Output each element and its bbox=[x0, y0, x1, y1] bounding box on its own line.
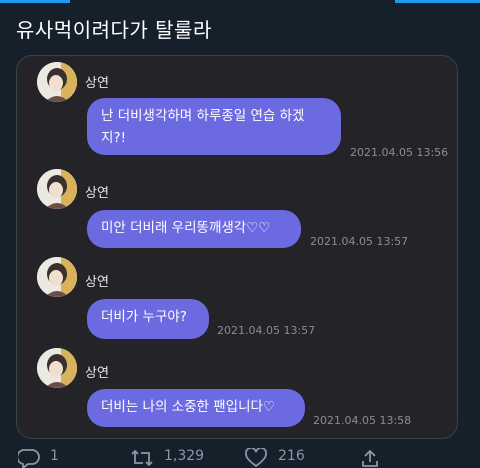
sender-name: 상연 bbox=[85, 186, 109, 201]
message-bubble: 미안 더비래 우리똥깨생각♡♡ bbox=[87, 210, 301, 248]
tweet-text: 유사먹이려다가 탈룰라 bbox=[16, 18, 212, 42]
message-bubble: 더비가 누구야? bbox=[87, 299, 209, 339]
chat-screenshot-image[interactable]: 상연 난 더비생각하며 하루종일 연습 하겠 지?! 2021.04.05 13… bbox=[16, 55, 458, 439]
avatar bbox=[37, 348, 77, 388]
message-timestamp: 2021.04.05 13:56 bbox=[350, 146, 449, 159]
retweet-button[interactable]: 1,329 bbox=[130, 448, 204, 468]
reply-icon bbox=[18, 448, 40, 468]
tweet-action-bar: 1 1,329 216 bbox=[0, 440, 480, 468]
message-bubble: 난 더비생각하며 하루종일 연습 하겠 지?! bbox=[87, 98, 341, 155]
reply-button[interactable]: 1 bbox=[18, 448, 59, 468]
top-accent-strip bbox=[0, 0, 480, 6]
message-bubble: 더비는 나의 소중한 팬입니다♡ bbox=[87, 389, 305, 427]
message-timestamp: 2021.04.05 13:57 bbox=[310, 235, 409, 248]
retweet-icon bbox=[131, 449, 153, 467]
sender-name: 상연 bbox=[85, 275, 109, 290]
reply-count: 1 bbox=[50, 448, 59, 464]
message-timestamp: 2021.04.05 13:57 bbox=[217, 324, 316, 337]
share-button[interactable] bbox=[360, 448, 390, 468]
like-button[interactable]: 216 bbox=[244, 448, 305, 468]
sender-name: 상연 bbox=[85, 366, 109, 381]
heart-icon bbox=[245, 448, 267, 468]
share-icon bbox=[362, 449, 378, 467]
avatar bbox=[37, 169, 77, 209]
avatar bbox=[37, 257, 77, 297]
sender-name: 상연 bbox=[85, 76, 109, 91]
avatar bbox=[37, 62, 77, 102]
retweet-count: 1,329 bbox=[164, 448, 205, 464]
like-count: 216 bbox=[278, 448, 305, 464]
message-timestamp: 2021.04.05 13:58 bbox=[313, 414, 412, 427]
